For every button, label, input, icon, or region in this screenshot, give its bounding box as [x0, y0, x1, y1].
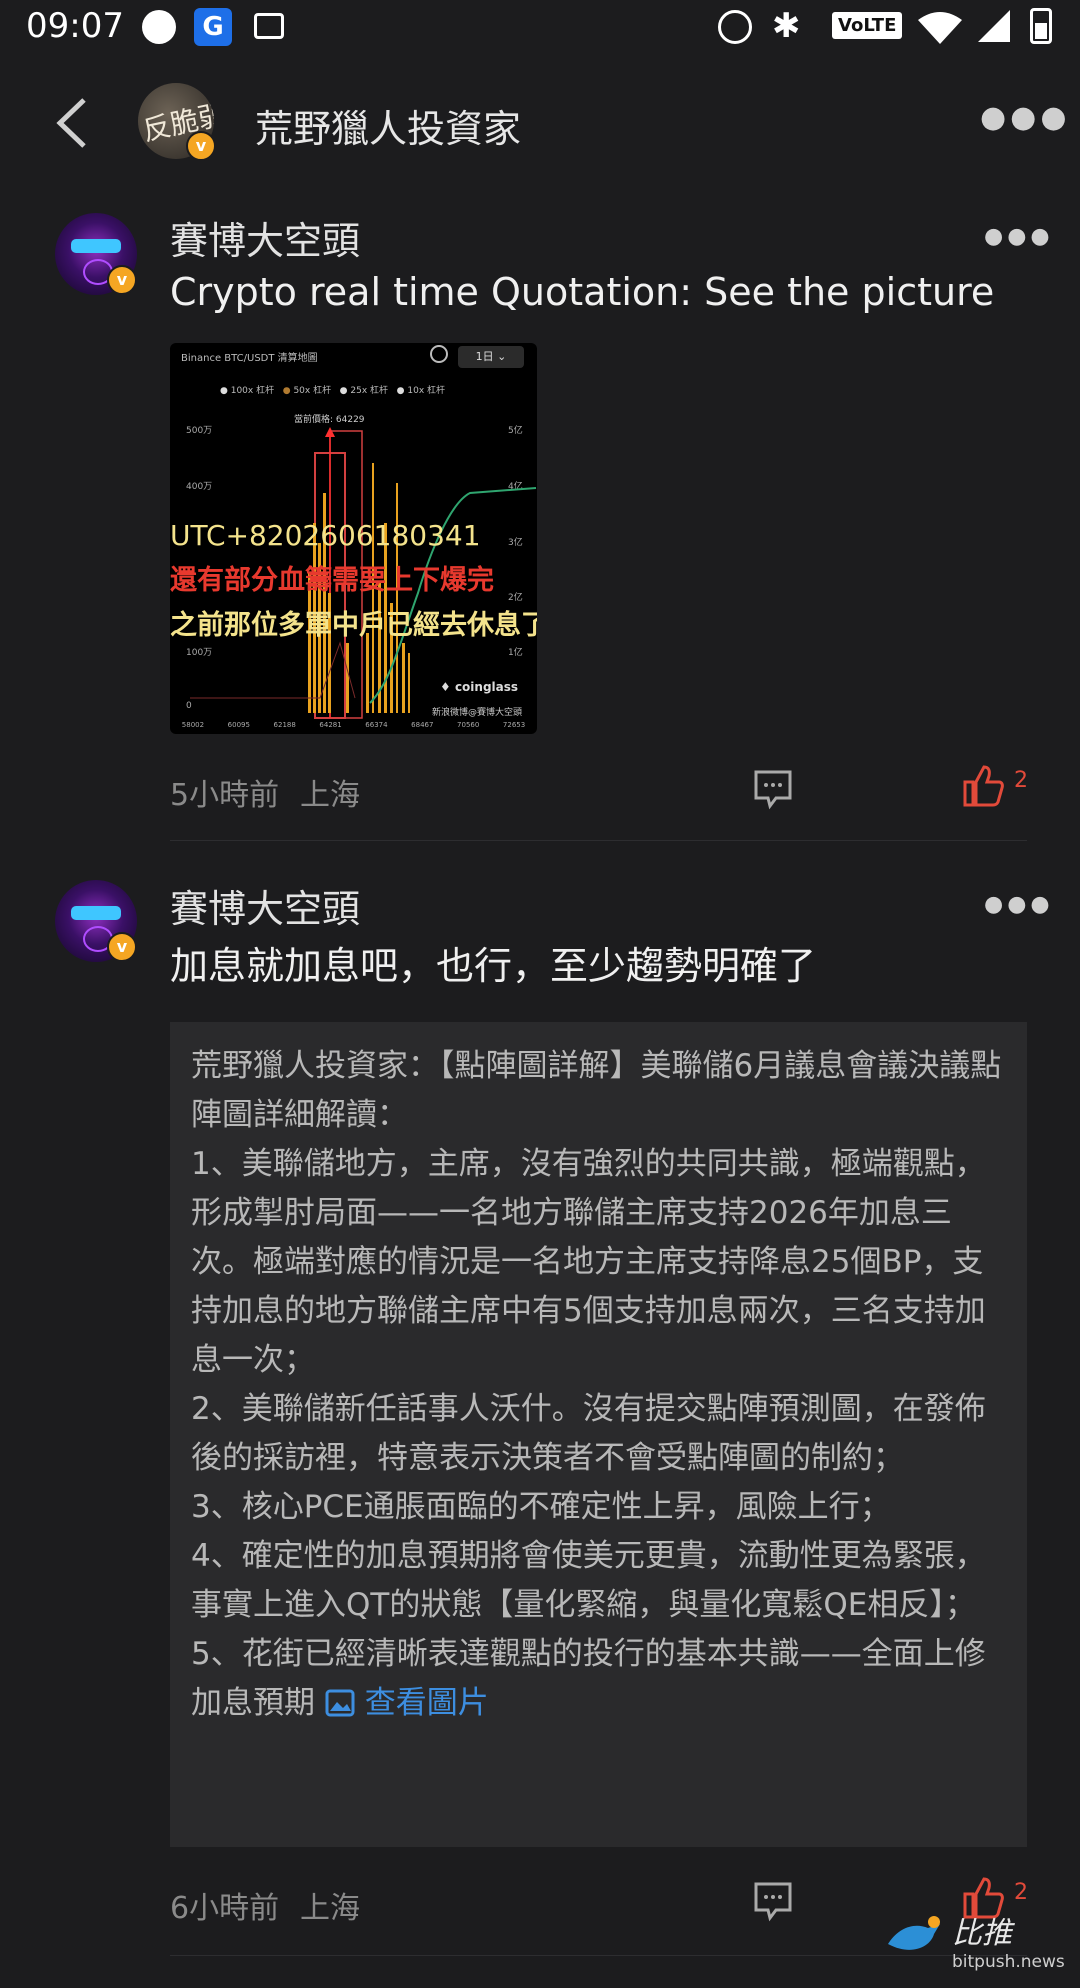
post-location: 上海 — [300, 1891, 360, 1926]
quoted-post[interactable]: 荒野獵人投資家：【點陣圖詳解】美聯儲6月議息會議決議點陣圖詳細解讀： 1、美聯儲… — [170, 1022, 1027, 1847]
like-count: 2 — [1014, 768, 1028, 793]
wifi-icon — [918, 12, 962, 44]
volte-indicator: VoLTE — [832, 12, 903, 39]
bluetooth-icon: ✱ — [772, 6, 801, 46]
status-bar: 09:07 G ✱ VoLTE — [0, 0, 1080, 56]
page-title: 荒野獵人投資家 — [255, 107, 522, 151]
verified-badge-icon: v — [186, 131, 216, 161]
comment-icon[interactable] — [752, 1880, 794, 1922]
watermark-name: 比推 — [952, 1916, 1012, 1951]
coinglass-logo: ♦ coinglass — [440, 680, 519, 694]
post-text: 加息就加息吧，也行，至少趨勢明確了 — [170, 944, 817, 988]
overlay-timestamp: UTC+8202606180341 — [170, 519, 481, 552]
post-username[interactable]: 賽博大空頭 — [170, 878, 360, 933]
back-arrow-icon[interactable] — [54, 98, 90, 148]
view-image-link[interactable]: 查看圖片 — [325, 1685, 489, 1721]
post-divider — [170, 840, 1027, 841]
more-options-icon[interactable]: ●●● — [980, 100, 1071, 135]
battery-icon — [1030, 8, 1052, 44]
g-app-icon: G — [194, 8, 232, 46]
comment-icon[interactable] — [752, 768, 794, 810]
post-image[interactable]: Binance BTC/USDT 清算地圖 1日 ⌄ ● 100x 杠杆 ● 5… — [170, 343, 537, 734]
signal-icon — [978, 10, 1010, 42]
post-more-icon[interactable]: ●●● — [984, 224, 1054, 249]
verified-badge-icon: v — [107, 265, 137, 295]
bitpush-watermark: 比推 bitpush.news — [884, 1908, 1074, 1982]
notification-app-icon — [142, 10, 176, 44]
like-count: 2 — [1014, 1880, 1028, 1905]
post-time: 5小時前 — [170, 778, 280, 813]
post-text: Crypto real time Quotation: See the pict… — [170, 270, 995, 314]
post-username[interactable]: 賽博大空頭 — [170, 210, 360, 265]
image-icon — [325, 1689, 355, 1717]
like-icon[interactable] — [962, 764, 1004, 808]
bird-logo-icon — [888, 1916, 940, 1950]
status-time: 09:07 — [26, 6, 124, 46]
post-more-icon[interactable]: ●●● — [984, 892, 1054, 917]
image-credit: 新浪微博@賽博大空頭 — [432, 708, 523, 718]
overlay-line-red: 還有部分血籌需要上下爆完 — [170, 565, 494, 596]
alarm-icon — [718, 10, 752, 44]
overlay-line-yellow: 之前那位多軍中戶已經去休息了 — [170, 610, 537, 641]
x-axis-ticks: 58002 60095 62188 64281 66374 68467 70560 72… — [181, 721, 526, 729]
post-location: 上海 — [300, 778, 360, 813]
post-time: 6小時前 — [170, 1891, 280, 1926]
quoted-text: 荒野獵人投資家：【點陣圖詳解】美聯儲6月議息會議決議點陣圖詳細解讀： 1、美聯儲… — [191, 1048, 1002, 1721]
verified-badge-icon: v — [107, 932, 137, 962]
watermark-url: bitpush.news — [952, 1952, 1065, 1972]
mail-icon — [254, 13, 284, 39]
